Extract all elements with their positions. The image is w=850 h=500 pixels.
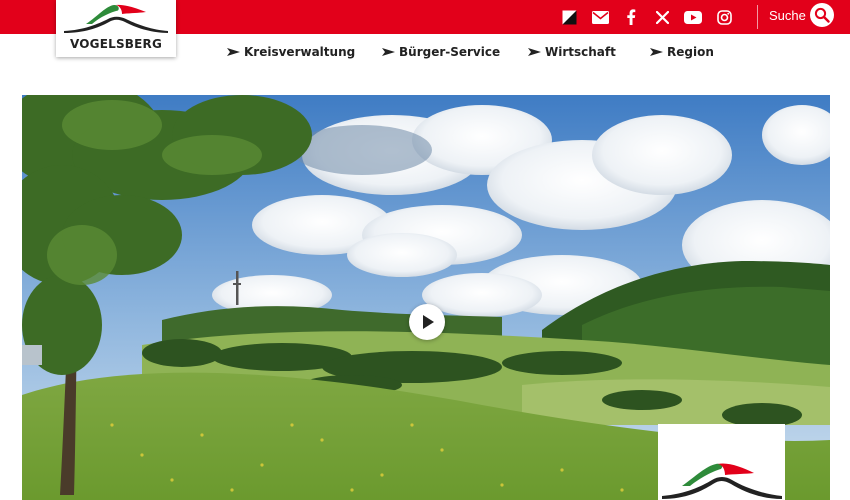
nav-item-label: Bürger-Service [399,45,501,59]
search-label: Suche [769,7,806,23]
arrow-icon [382,48,395,56]
search-button[interactable]: Suche [769,3,834,27]
nav-item-buerger-service[interactable]: Bürger-Service [382,45,500,59]
logo-badge [658,424,785,500]
nav-item-label: Wirtschaft [545,45,616,59]
facebook-icon[interactable] [621,7,641,27]
logo-mark-icon [64,4,168,33]
main-nav: Kreisverwaltung Bürger-Service Wirtschaf… [0,45,850,65]
arrow-icon [227,48,240,56]
play-icon [423,315,434,329]
header-divider [757,5,758,29]
nav-item-label: Region [667,45,714,59]
nav-item-region[interactable]: Region [650,45,714,59]
youtube-icon[interactable] [683,7,703,27]
hero-image [22,95,830,500]
social-icons [559,0,734,34]
nav-item-kreisverwaltung[interactable]: Kreisverwaltung [227,45,355,59]
nav-item-wirtschaft[interactable]: Wirtschaft [528,45,616,59]
play-button[interactable] [409,304,445,340]
nav-item-label: Kreisverwaltung [244,45,356,59]
search-icon[interactable] [809,3,834,27]
arrow-icon [528,48,541,56]
contrast-icon[interactable] [559,7,579,27]
instagram-icon[interactable] [714,7,734,27]
mail-icon[interactable] [590,7,610,27]
x-icon[interactable] [652,7,672,27]
logo-mark-icon [662,463,782,499]
arrow-icon [650,48,663,56]
